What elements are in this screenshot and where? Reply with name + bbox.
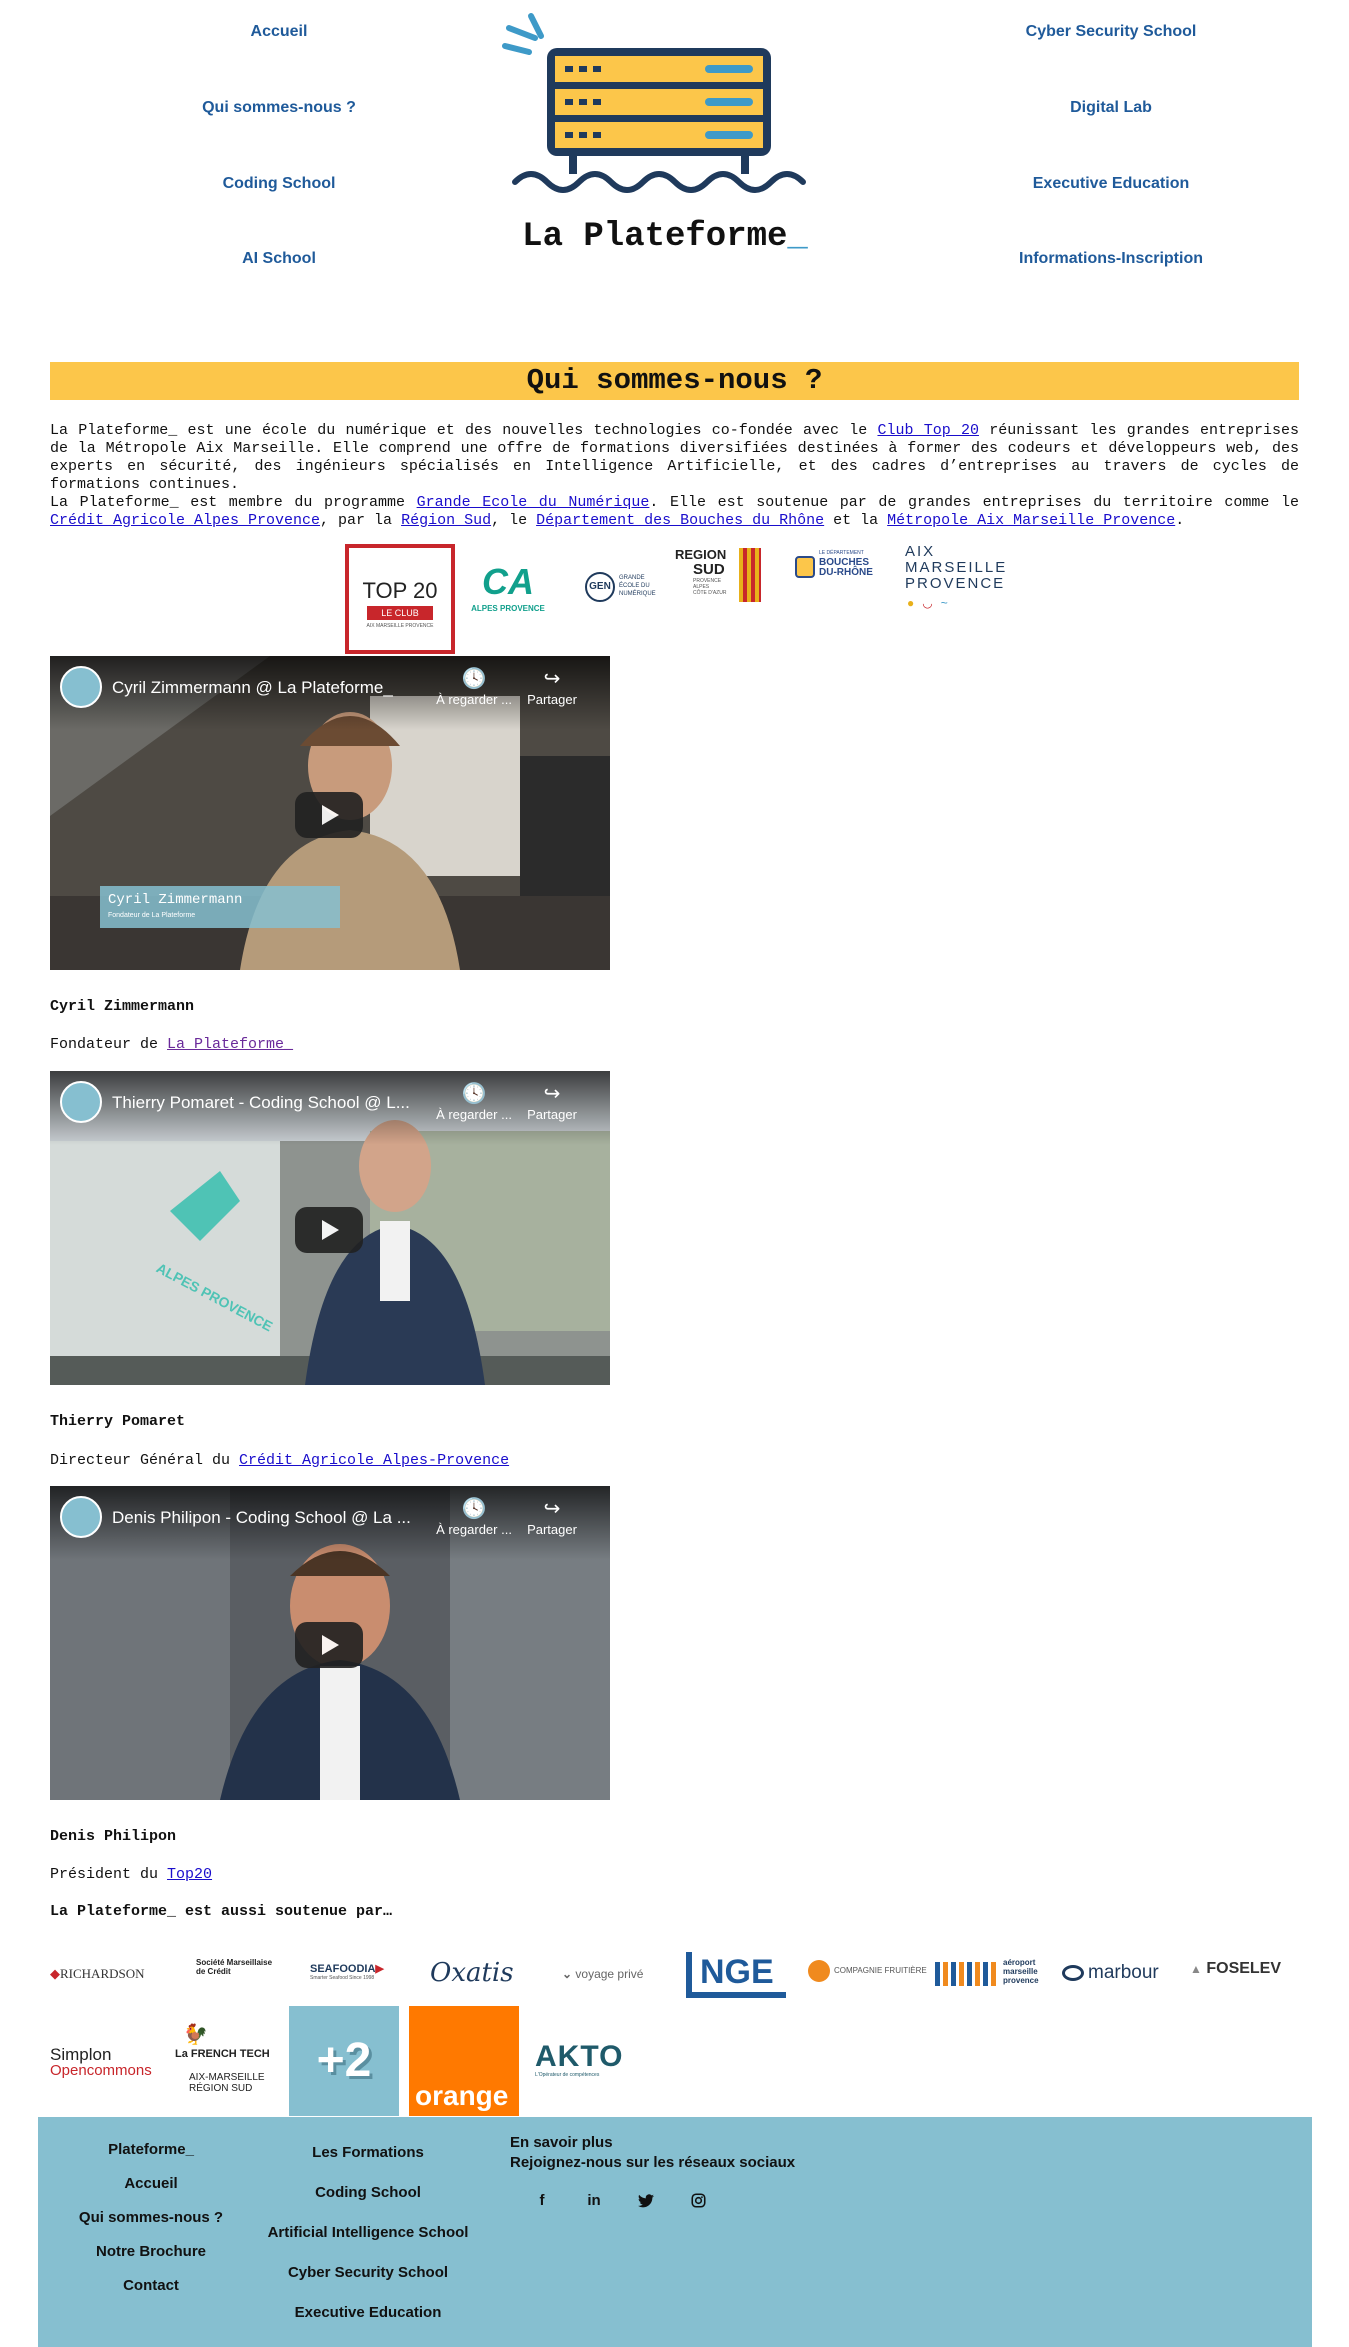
credit-agricole-alpes-provence-link[interactable]: Crédit Agricole Alpes-Provence bbox=[239, 1452, 509, 1469]
footer-brochure[interactable]: Notre Brochure bbox=[38, 2235, 264, 2269]
instagram-icon[interactable] bbox=[687, 2190, 709, 2212]
watch-later-button[interactable]: 🕓 À regarder ... bbox=[434, 666, 514, 707]
clock-icon: 🕓 bbox=[461, 1498, 487, 1520]
video-title[interactable]: Cyril Zimmermann @ La Plateforme_ bbox=[112, 678, 422, 698]
la-plateforme-link[interactable]: La Plateforme_ bbox=[167, 1036, 293, 1053]
footer-col-plateforme: Plateforme_ Accueil Qui sommes-nous ? No… bbox=[38, 2133, 264, 2303]
credit-agricole-logo: CA ALPES PROVENCE bbox=[471, 561, 545, 613]
intro-paragraph-1: La Plateforme_ est une école du numériqu… bbox=[50, 422, 1299, 493]
compagnie-fruitiere-logo: COMPAGNIE FRUITIÈRE bbox=[808, 1960, 927, 1982]
plus2-logo: +2 bbox=[289, 2006, 399, 2116]
nav-accueil[interactable]: Accueil bbox=[149, 23, 409, 41]
page-title: Qui sommes-nous ? bbox=[50, 362, 1299, 400]
footer-col-formations: Les Formations Coding School Artificial … bbox=[260, 2133, 476, 2333]
footer-executive-education[interactable]: Executive Education bbox=[260, 2293, 476, 2333]
nav-executive-education[interactable]: Executive Education bbox=[981, 175, 1241, 193]
logo-text: La Plateforme_ bbox=[522, 218, 808, 256]
seafoodia-logo: SEAFOODIA▶ Smarter Seafood Since 1998 bbox=[310, 1963, 384, 1981]
video-title[interactable]: Denis Philipon - Coding School @ La ... bbox=[112, 1508, 422, 1528]
region-sud-logo: REGION SUD PROVENCE ALPES CÔTE D'AZUR bbox=[675, 548, 761, 606]
video-title[interactable]: Thierry Pomaret - Coding School @ L... bbox=[112, 1093, 422, 1113]
sponsors-title: La Plateforme_ est aussi soutenue par… bbox=[50, 1903, 393, 1920]
partner-logos: TOP 20 LE CLUB AIX MARSEILLE PROVENCE CA… bbox=[345, 544, 1010, 656]
akto-logo: AKTO L'Opérateur de compétences bbox=[535, 2040, 624, 2079]
footer-plateforme[interactable]: Plateforme_ bbox=[38, 2133, 264, 2167]
share-button[interactable]: ↪ Partager bbox=[512, 666, 592, 707]
marbour-logo: marbour bbox=[1062, 1962, 1159, 1984]
grande-ecole-link[interactable]: Grande Ecole du Numérique bbox=[417, 494, 650, 511]
channel-avatar[interactable] bbox=[60, 666, 102, 708]
french-tech-logo: 🐓 La FRENCH TECH AIX-MARSEILLE RÉGION SU… bbox=[175, 2024, 270, 2094]
orange-logo: orange bbox=[409, 2006, 519, 2116]
simplon-logo: Simplon Opencommons bbox=[50, 2045, 152, 2079]
nav-qui-sommes-nous[interactable]: Qui sommes-nous ? bbox=[149, 99, 409, 117]
video-overlay-name: Cyril Zimmermann bbox=[108, 892, 243, 908]
share-button[interactable]: ↪ Partager bbox=[512, 1496, 592, 1537]
nav-coding-school[interactable]: Coding School bbox=[149, 175, 409, 193]
footer-coding-school[interactable]: Coding School bbox=[260, 2173, 476, 2213]
person-role: Directeur Général du Crédit Agricole Alp… bbox=[50, 1452, 510, 1469]
watch-later-button[interactable]: 🕓 À regarder ... bbox=[434, 1496, 514, 1537]
share-icon: ↪ bbox=[543, 1498, 561, 1520]
nav-digital-lab[interactable]: Digital Lab bbox=[981, 99, 1241, 117]
person-role: Fondateur de La Plateforme_ bbox=[50, 1036, 294, 1053]
linkedin-icon[interactable]: in bbox=[583, 2190, 605, 2212]
grande-ecole-logo: GEN GRANDE ÉCOLE DU NUMÉRIQUE bbox=[585, 568, 657, 608]
clock-icon: 🕓 bbox=[461, 1083, 487, 1105]
region-sud-link[interactable]: Région Sud bbox=[401, 512, 491, 529]
video-thierry-pomaret[interactable]: ALPES PROVENCE Thierry Pomaret - Coding … bbox=[50, 1071, 610, 1385]
footer-rejoignez-nous: Rejoignez-nous sur les réseaux sociaux bbox=[510, 2154, 796, 2171]
richardson-logo: ◆RICHARDSON bbox=[50, 1966, 145, 1981]
channel-avatar[interactable] bbox=[60, 1496, 102, 1538]
video-cyril-zimmermann[interactable]: Cyril Zimmermann Fondateur de La Platefo… bbox=[50, 656, 610, 970]
departement-link[interactable]: Département des Bouches du Rhône bbox=[536, 512, 824, 529]
footer-col-social: En savoir plus Rejoignez-nous sur les ré… bbox=[510, 2133, 795, 2173]
voyage-prive-logo: ⌄ voyage privé bbox=[562, 1967, 644, 1981]
share-icon: ↪ bbox=[543, 1083, 561, 1105]
aix-marseille-provence-logo: AIX MARSEILLE PROVENCE ●◡~ bbox=[905, 543, 1008, 611]
nav-informations-inscription[interactable]: Informations-Inscription bbox=[981, 250, 1241, 268]
footer-qui-sommes-nous[interactable]: Qui sommes-nous ? bbox=[38, 2201, 264, 2235]
play-icon[interactable] bbox=[295, 1622, 363, 1668]
footer-en-savoir-plus[interactable]: En savoir plus bbox=[510, 2133, 795, 2153]
footer-cyber-school[interactable]: Cyber Security School bbox=[260, 2253, 476, 2293]
twitter-icon[interactable] bbox=[635, 2190, 657, 2212]
foselev-logo: ▲ FOSELEV bbox=[1190, 1960, 1282, 1977]
intro-text: La Plateforme_ est une école du numériqu… bbox=[50, 422, 1299, 530]
nav-cyber-security-school[interactable]: Cyber Security School bbox=[981, 23, 1241, 41]
top20-link[interactable]: Top20 bbox=[167, 1866, 212, 1883]
smc-logo: Société Marseillaise de Crédit bbox=[196, 1958, 273, 1976]
club-top20-link[interactable]: Club Top 20 bbox=[877, 422, 979, 439]
oxatis-logo: Oxatis bbox=[430, 1958, 514, 1988]
share-button[interactable]: ↪ Partager bbox=[512, 1081, 592, 1122]
nav-ai-school[interactable]: AI School bbox=[149, 250, 409, 268]
site-footer: Plateforme_ Accueil Qui sommes-nous ? No… bbox=[38, 2117, 1312, 2347]
channel-avatar[interactable] bbox=[60, 1081, 102, 1123]
metropole-link[interactable]: Métropole Aix Marseille Provence bbox=[887, 512, 1175, 529]
footer-contact[interactable]: Contact bbox=[38, 2269, 264, 2303]
facebook-icon[interactable]: f bbox=[531, 2190, 553, 2212]
server-logo-icon bbox=[502, 13, 806, 193]
person-name: Cyril Zimmermann bbox=[50, 998, 195, 1015]
footer-formations[interactable]: Les Formations bbox=[260, 2133, 476, 2173]
footer-ai-school[interactable]: Artificial Intelligence School bbox=[260, 2213, 476, 2253]
video-denis-philipon[interactable]: Denis Philipon - Coding School @ La ... … bbox=[50, 1486, 610, 1800]
credit-agricole-link[interactable]: Crédit Agricole Alpes Provence bbox=[50, 512, 320, 529]
top20-logo: TOP 20 LE CLUB AIX MARSEILLE PROVENCE bbox=[345, 544, 455, 654]
site-logo[interactable]: La Plateforme_ bbox=[495, 6, 815, 268]
footer-accueil[interactable]: Accueil bbox=[38, 2167, 264, 2201]
person-name: Thierry Pomaret bbox=[50, 1413, 186, 1430]
intro-paragraph-2: La Plateforme_ est membre du programme G… bbox=[50, 494, 1299, 529]
nge-logo: NGE bbox=[686, 1952, 786, 1998]
watch-later-button[interactable]: 🕓 À regarder ... bbox=[434, 1081, 514, 1122]
bouches-du-rhone-logo: LE DÉPARTEMENT BOUCHES DU-RHÔNE bbox=[795, 550, 875, 586]
clock-icon: 🕓 bbox=[461, 668, 487, 690]
share-icon: ↪ bbox=[543, 668, 561, 690]
play-icon[interactable] bbox=[295, 792, 363, 838]
person-role: Président du Top20 bbox=[50, 1866, 213, 1883]
play-icon[interactable] bbox=[295, 1207, 363, 1253]
video-overlay-role: Fondateur de La Plateforme bbox=[108, 912, 196, 919]
person-name: Denis Philipon bbox=[50, 1828, 177, 1845]
